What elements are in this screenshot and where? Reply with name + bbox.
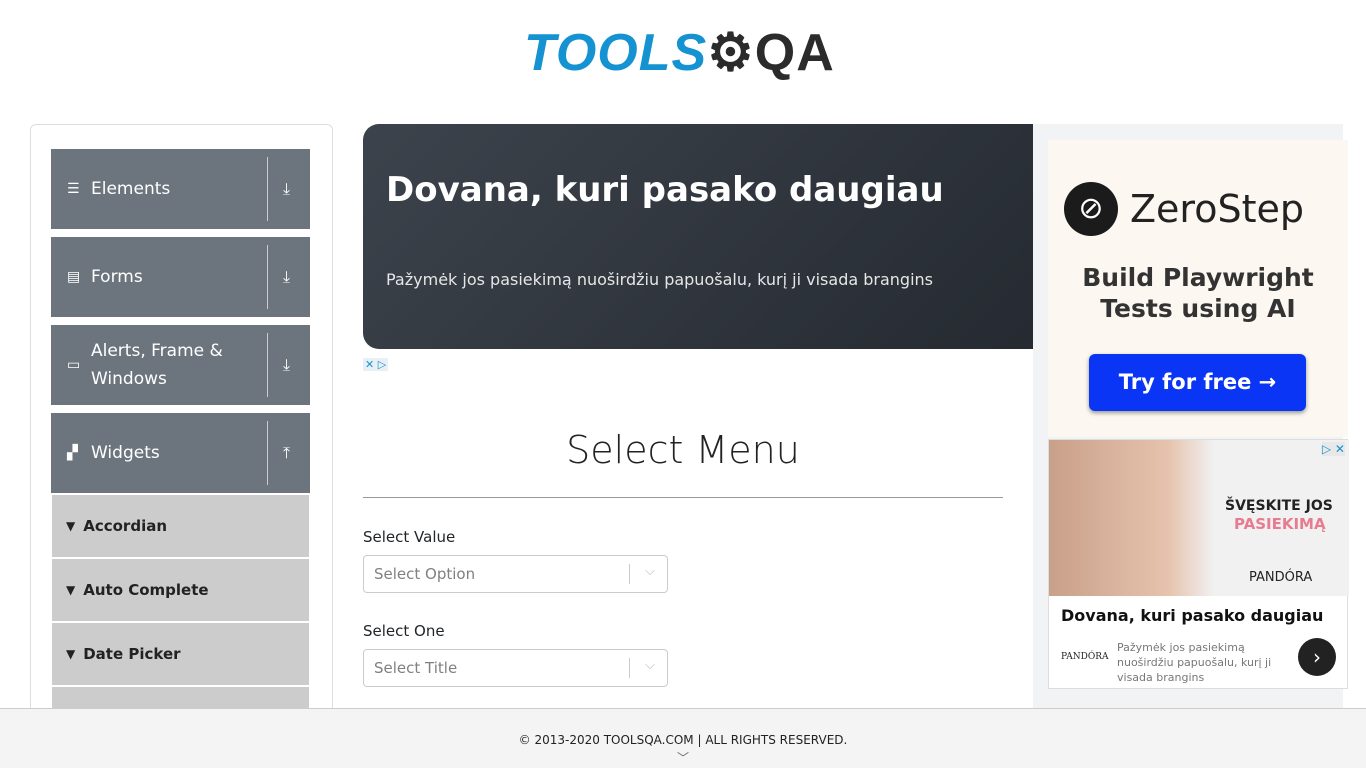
sidebar-item-date-picker[interactable]: ▼ Date Picker xyxy=(52,623,309,685)
select-one-dropdown[interactable]: Select Title ⌵ xyxy=(363,649,668,687)
zerostep-logo-icon: ⊘ xyxy=(1064,182,1118,236)
html5-icon: ▼ xyxy=(66,583,76,597)
footer: © 2013-2020 TOOLSQA.COM | ALL RIGHTS RES… xyxy=(0,708,1366,768)
page-title: Select Menu xyxy=(566,428,800,472)
zerostep-ad[interactable]: ⊘ ZeroStep Build Playwright Tests using AI… xyxy=(1048,140,1348,437)
expand-icon: ⤓ xyxy=(283,267,291,286)
expand-icon: ⤓ xyxy=(283,355,291,374)
chevron-right-icon[interactable]: › xyxy=(1298,638,1336,676)
expand-icon: ⤓ xyxy=(283,179,291,198)
hamburger-icon: ☰ xyxy=(67,181,80,197)
banner-ad[interactable]: Dovana, kuri pasako daugiau Pažymėk jos p… xyxy=(363,124,1043,349)
html5-icon: ▼ xyxy=(66,647,76,661)
sidebar-group-alerts[interactable]: ▭ Alerts, Frame & Windows ⤓ xyxy=(51,325,310,405)
sidebar-item-auto-complete[interactable]: ▼ Auto Complete xyxy=(52,559,309,621)
chevron-down-icon[interactable]: ﹀ xyxy=(0,749,1366,766)
document-icon: ▤ xyxy=(67,269,81,285)
select-value-dropdown[interactable]: Select Option ⌵ xyxy=(363,555,668,593)
pandora-ad[interactable]: ▷ ✕ ŠVĘSKITE JOS PASIEKIMĄ PANDÓRA Dovan… xyxy=(1048,439,1349,689)
select-one-label: Select One xyxy=(363,622,445,640)
sidebar: ☰ Elements ⤓ ▤ Forms ⤓ ▭ Alerts, Frame & Wind… xyxy=(30,124,333,724)
collapse-icon: ⤒ xyxy=(283,443,291,462)
window-icon: ▭ xyxy=(67,357,81,373)
gear-icon: ⚙ xyxy=(707,24,755,82)
sidebar-group-elements[interactable]: ☰ Elements ⤓ xyxy=(51,149,310,229)
widgets-icon: ▞ xyxy=(67,445,78,461)
sidebar-item-accordian[interactable]: ▼ Accordian xyxy=(52,495,309,557)
try-for-free-button[interactable]: Try for free → xyxy=(1089,354,1306,411)
ad-close-controls[interactable]: ✕ ▷ xyxy=(363,358,389,371)
ad-close-controls[interactable]: ▷ ✕ xyxy=(1321,442,1345,456)
html5-icon: ▼ xyxy=(66,519,76,533)
sidebar-group-widgets[interactable]: ▞ Widgets ⤒ xyxy=(51,413,310,493)
divider xyxy=(363,497,1003,498)
toolsqa-logo[interactable]: TOOLS ⚙ QA xyxy=(524,16,835,90)
select-value-label: Select Value xyxy=(363,528,456,546)
chevron-down-icon: ⌵ xyxy=(645,658,655,673)
chevron-down-icon: ⌵ xyxy=(645,564,655,579)
sidebar-group-forms[interactable]: ▤ Forms ⤓ xyxy=(51,237,310,317)
